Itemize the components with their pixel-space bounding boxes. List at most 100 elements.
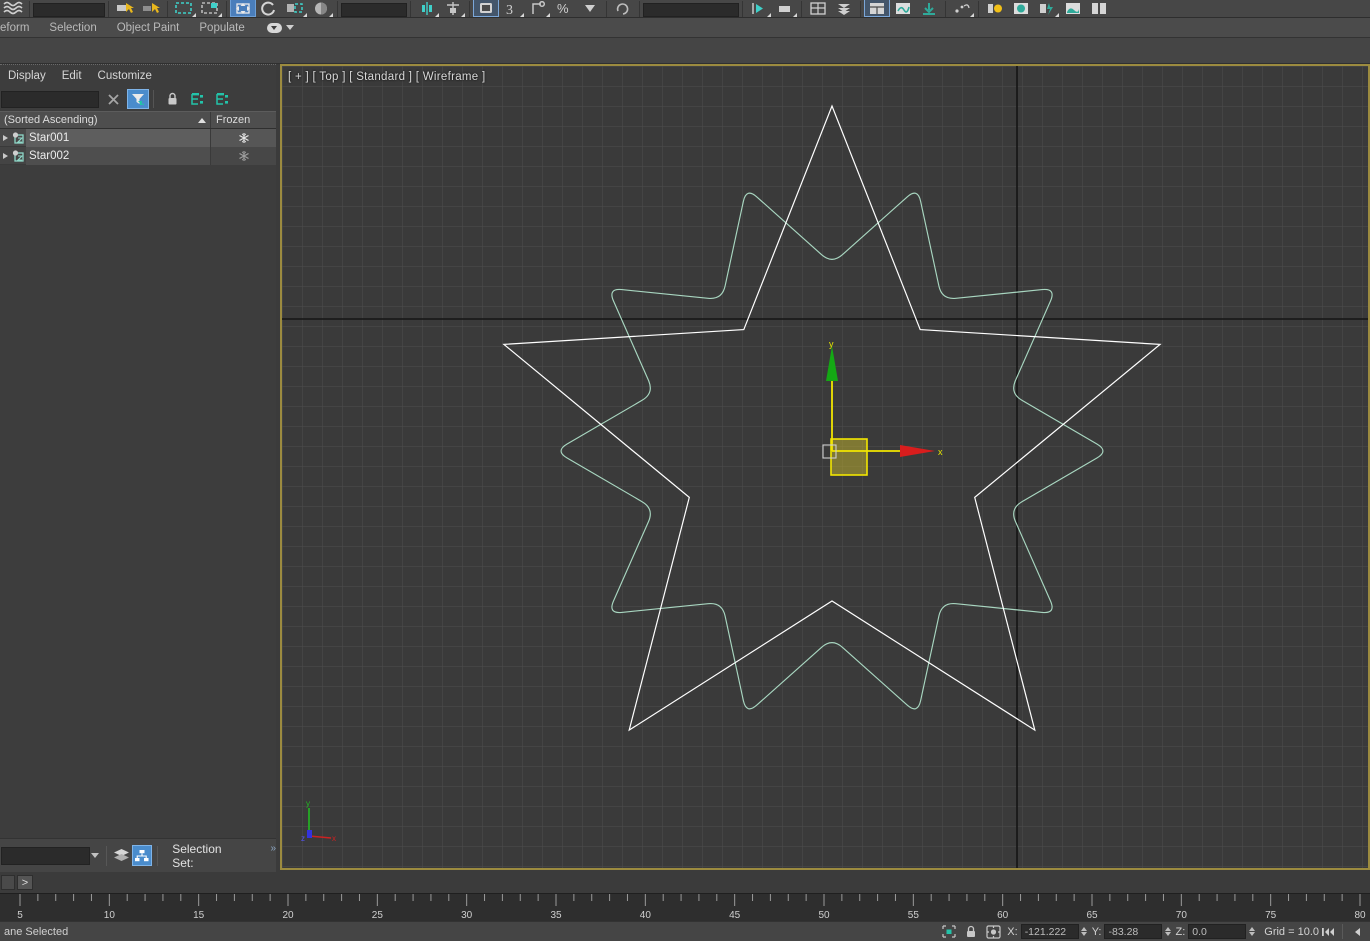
list-item[interactable]: Star002 <box>0 146 276 165</box>
viewport-label[interactable]: [ + ] [ Top ] [ Standard ] [ Wireframe ] <box>288 71 485 83</box>
particle-flow-icon[interactable] <box>949 0 975 17</box>
search-input[interactable] <box>1 90 99 108</box>
align-icon[interactable] <box>440 0 466 17</box>
expand-arrow-icon[interactable] <box>0 153 10 159</box>
padlock-icon[interactable] <box>960 923 982 941</box>
coordinate-z[interactable]: Z: 0.0 <box>1175 924 1256 939</box>
populate-dropdown[interactable] <box>266 22 294 33</box>
curve-editor-icon[interactable]: 3 <box>499 0 525 17</box>
paint-select-icon[interactable] <box>112 0 138 17</box>
lasso-select-icon[interactable] <box>197 0 223 17</box>
rectangle-select-icon[interactable] <box>171 0 197 17</box>
render-production-icon[interactable] <box>890 0 916 17</box>
render-to-texture-icon[interactable] <box>916 0 942 17</box>
select-and-scale-icon[interactable] <box>282 0 308 17</box>
shade-selected-icon[interactable] <box>308 0 334 17</box>
coordinate-x-field[interactable]: -121.222 <box>1020 924 1079 939</box>
layers-icon[interactable] <box>112 845 132 866</box>
listener-pink-field[interactable] <box>1 875 15 890</box>
list-item[interactable]: Star001 <box>0 128 276 147</box>
snaps-toggle-icon[interactable] <box>746 0 772 17</box>
percent-snap-icon[interactable]: % <box>551 0 577 17</box>
chevron-down-icon[interactable] <box>577 0 603 17</box>
named-selection-field[interactable] <box>341 3 407 17</box>
status-bar: ane Selected X: -121.222 Y: -83.28 Z: 0.… <box>0 921 1370 941</box>
undo-icon[interactable] <box>610 0 636 17</box>
cloud-environment-icon[interactable] <box>1060 0 1086 17</box>
ribbon-tab-populate[interactable]: Populate <box>189 18 254 38</box>
list-item-label[interactable]: Star001 <box>26 128 210 147</box>
wave-modifier-icon[interactable] <box>0 0 26 17</box>
select-and-rotate-icon[interactable] <box>256 0 282 17</box>
named-selection-set-input[interactable] <box>1 846 90 865</box>
column-header-frozen[interactable]: Frozen <box>210 112 276 128</box>
toolbar-separator <box>153 90 154 108</box>
lock-icon[interactable] <box>161 89 183 109</box>
selection-lock-icon[interactable] <box>938 923 960 941</box>
environment-icon[interactable] <box>1008 0 1034 17</box>
clear-search-icon[interactable] <box>102 89 124 109</box>
overflow-chevrons[interactable]: » <box>270 843 276 854</box>
toolbar-separator <box>978 1 979 17</box>
gizmo-y-label: y <box>829 339 834 349</box>
filter-icon[interactable] <box>127 89 149 109</box>
scene-explorer-menubar[interactable]: Display Edit Customize <box>0 65 276 87</box>
ribbon-tab-freeform[interactable]: eform <box>0 18 39 38</box>
schematic-view-icon[interactable] <box>525 0 551 17</box>
maxscript-mini-listener[interactable]: > <box>0 872 276 893</box>
layer-manager-icon[interactable] <box>473 0 499 17</box>
lightning-effects-icon[interactable] <box>1034 0 1060 17</box>
coordinate-y-spinner[interactable] <box>1163 924 1172 939</box>
menu-edit[interactable]: Edit <box>62 70 82 82</box>
menu-customize[interactable]: Customize <box>98 70 152 82</box>
selection-set-bar[interactable]: Selection Set: » <box>0 838 276 872</box>
collapse-all-icon[interactable] <box>211 89 233 109</box>
viewport-canvas[interactable]: y x y x z <box>282 66 1368 868</box>
scene-hierarchy-icon[interactable] <box>131 845 153 866</box>
coordinate-y[interactable]: Y: -83.28 <box>1092 924 1173 939</box>
scene-explorer-list[interactable]: Star001 Star002 <box>0 128 276 721</box>
timeline-ruler[interactable]: 5 10 15 20 25 30 35 40 45 50 55 60 65 70 75 80 <box>0 893 1370 921</box>
chevron-down-icon[interactable] <box>90 847 101 865</box>
coordinate-y-field[interactable]: -83.28 <box>1104 924 1163 939</box>
playback-controls[interactable] <box>1319 924 1370 940</box>
light-icon[interactable] <box>982 0 1008 17</box>
frozen-toggle[interactable] <box>210 146 276 165</box>
select-and-move-icon[interactable] <box>230 0 256 17</box>
go-to-start-icon[interactable] <box>1319 924 1337 940</box>
list-item-label[interactable]: Star002 <box>26 146 210 165</box>
menu-display[interactable]: Display <box>8 70 46 82</box>
svg-text:%: % <box>557 1 569 16</box>
ribbon-tab-selection[interactable]: Selection <box>39 18 106 38</box>
scene-explorer-toolbar[interactable] <box>0 87 276 111</box>
ribbon-tab-object-paint[interactable]: Object Paint <box>107 18 190 38</box>
command-field[interactable] <box>643 3 739 17</box>
column-header-name[interactable]: (Sorted Ascending) <box>0 114 198 126</box>
viewport-top[interactable]: y x y x z [ + ] [ Top ] [ Standard ] [ W… <box>280 64 1370 870</box>
frozen-toggle[interactable] <box>210 128 276 147</box>
ribbon-tab-strip[interactable]: eform Selection Object Paint Populate <box>0 18 1370 38</box>
timeline-canvas[interactable]: 5 10 15 20 25 30 35 40 45 50 55 60 65 70 75 80 <box>0 894 1370 922</box>
modifier-name-field[interactable] <box>33 3 105 17</box>
paint-deform-icon[interactable] <box>138 0 164 17</box>
mirror-icon[interactable] <box>414 0 440 17</box>
render-setup-icon[interactable] <box>831 0 857 17</box>
tripod-z-axis <box>307 830 312 838</box>
sort-ascending-icon[interactable] <box>198 117 206 123</box>
material-editor-icon[interactable] <box>805 0 831 17</box>
listener-prompt-button[interactable]: > <box>17 875 33 890</box>
absolute-mode-icon[interactable] <box>982 923 1004 941</box>
previous-frame-icon[interactable] <box>1348 924 1366 940</box>
coordinate-z-spinner[interactable] <box>1247 924 1256 939</box>
coordinate-x-spinner[interactable] <box>1080 924 1089 939</box>
coordinate-z-field[interactable]: 0.0 <box>1188 924 1247 939</box>
ribbon-icon-row[interactable]: 3 % <box>0 0 1370 18</box>
expand-all-icon[interactable] <box>186 89 208 109</box>
expand-arrow-icon[interactable] <box>0 135 10 141</box>
coordinate-x[interactable]: X: -121.222 <box>1007 924 1088 939</box>
tripod-x-label: x <box>332 834 336 843</box>
angle-snap-icon[interactable] <box>772 0 798 17</box>
render-frame-window-icon[interactable] <box>864 0 890 17</box>
scene-explorer-column-header[interactable]: (Sorted Ascending) Frozen <box>0 111 276 129</box>
asset-tracking-icon[interactable] <box>1086 0 1112 17</box>
